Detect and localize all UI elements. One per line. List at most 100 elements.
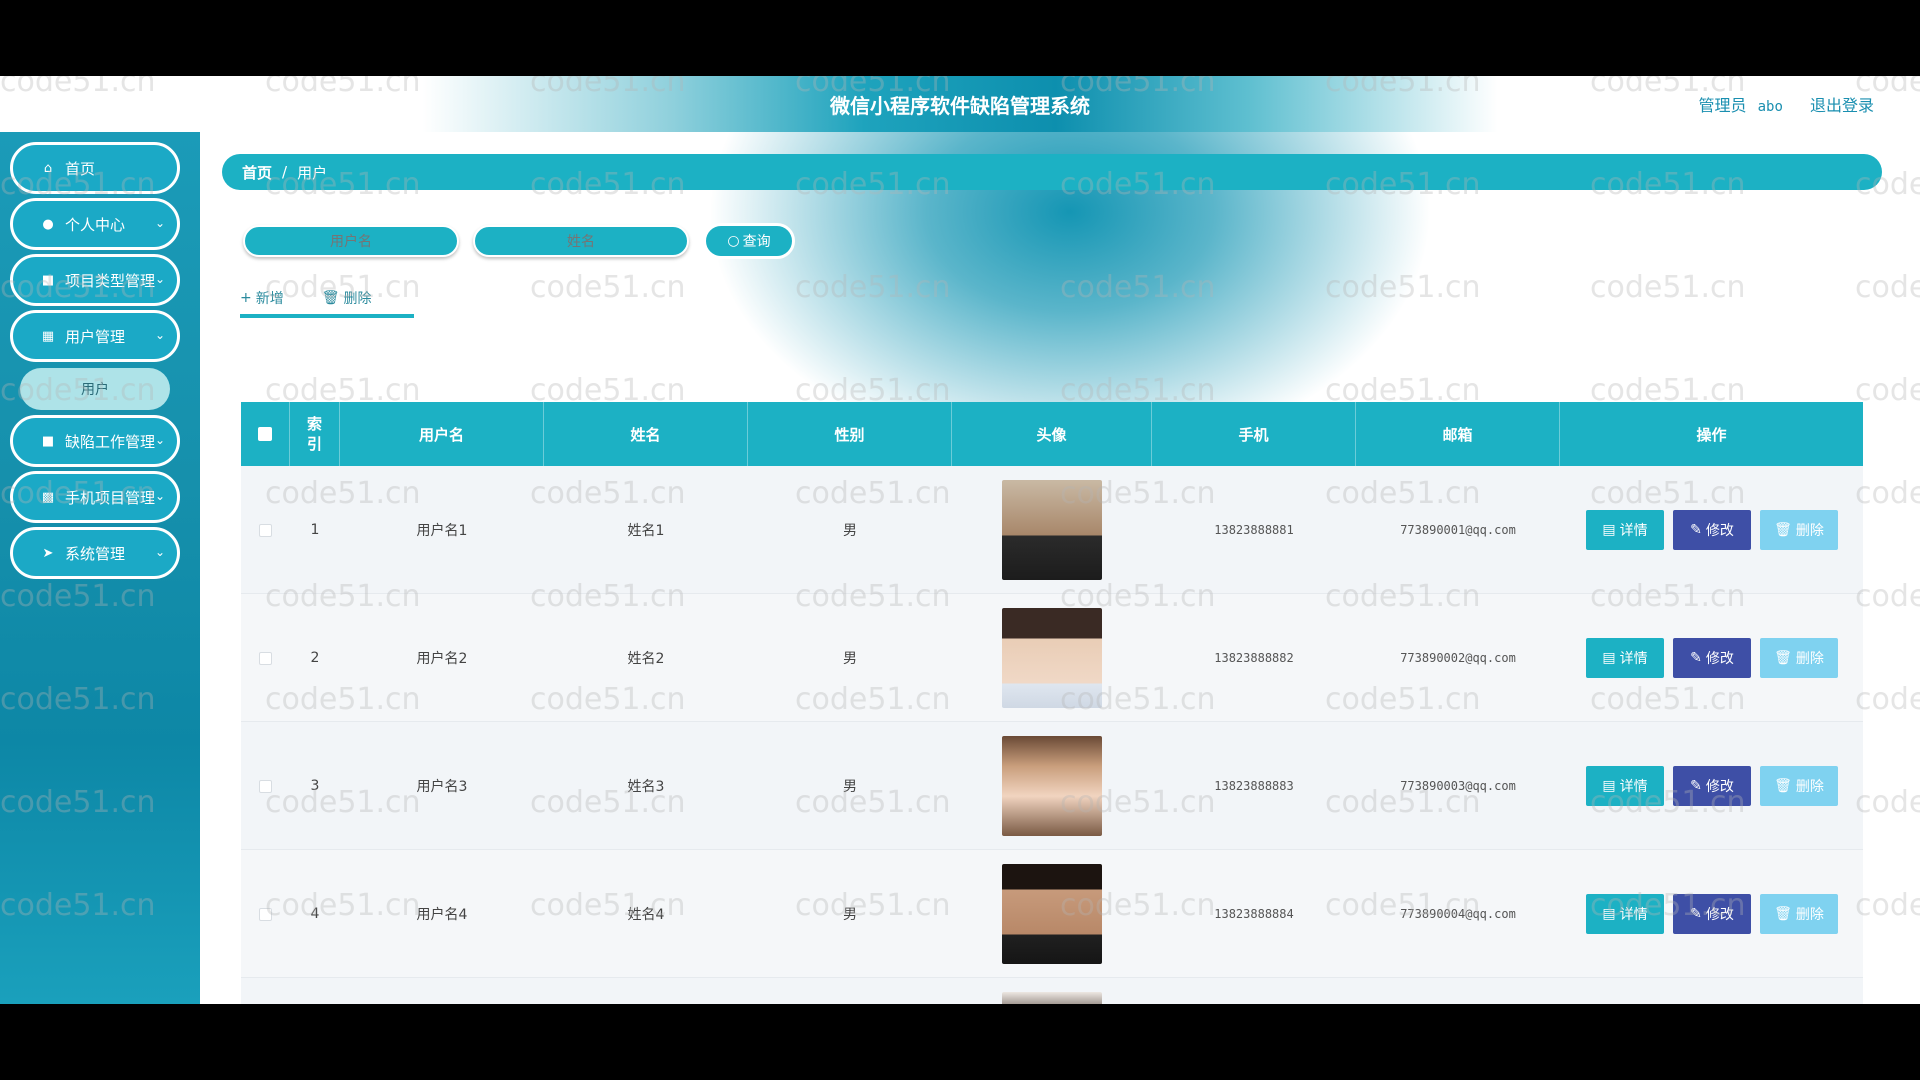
header-user-area: 管理员 abo 退出登录	[1692, 92, 1874, 116]
edit-button-label: 修改	[1705, 523, 1734, 539]
toolbar-underline	[240, 314, 414, 318]
logout-link[interactable]: 退出登录	[1810, 96, 1874, 115]
row-checkbox[interactable]	[259, 651, 272, 665]
bulk-delete-button[interactable]: 🗑 删除	[322, 288, 372, 308]
sidebar-item-label: 手机项目管理	[65, 488, 156, 507]
sidebar-subitem-user[interactable]: 用户	[20, 368, 170, 410]
detail-button-label: 详情	[1619, 651, 1648, 667]
edit-button[interactable]: ✎ 修改	[1673, 510, 1751, 550]
sidebar-item-label: 缺陷工作管理	[65, 432, 156, 451]
app-title: 微信小程序软件缺陷管理系统	[830, 94, 1090, 118]
row-checkbox[interactable]	[259, 523, 272, 537]
delete-button-label: 删除	[1795, 779, 1824, 795]
select-all-cell[interactable]	[241, 402, 290, 466]
sidebar-item-label: 个人中心	[65, 215, 126, 234]
trash-icon: 🗑	[1774, 522, 1792, 538]
row-email: 773890004@qq.com	[1400, 907, 1516, 921]
detail-button-label: 详情	[1619, 523, 1648, 539]
sidebar-item-mobile-project[interactable]: ▩ 手机项目管理 ⌄	[10, 471, 180, 523]
column-header-actions: 操作	[1696, 425, 1727, 444]
edit-button-label: 修改	[1705, 779, 1734, 795]
pencil-icon: ✎	[1690, 650, 1702, 666]
table-row: 2 用户名2 姓名2 男 13823888882 773890002@qq.co…	[241, 594, 1863, 722]
row-select-cell[interactable]	[241, 466, 290, 594]
chevron-down-icon: ⌄	[154, 272, 165, 286]
row-index: 4	[310, 906, 320, 922]
clipboard-icon: ▩	[41, 489, 55, 505]
detail-button[interactable]: ▤ 详情	[1586, 894, 1664, 934]
row-username: 用户名3	[416, 779, 468, 795]
detail-button-label: 详情	[1619, 907, 1648, 923]
chevron-down-icon: ⌄	[154, 489, 165, 503]
row-gender: 男	[843, 651, 857, 667]
table-row: 1 用户名1 姓名1 男 13823888881 773890001@qq.co…	[241, 466, 1863, 594]
document-icon: ▤	[1602, 906, 1616, 922]
row-avatar-cell	[952, 850, 1152, 978]
sidebar-item-defect-work[interactable]: ■ 缺陷工作管理 ⌄	[10, 415, 180, 467]
person-icon: ●	[42, 216, 54, 232]
row-phone: 13823888884	[1214, 907, 1294, 921]
chevron-down-icon: ⌄	[154, 545, 165, 559]
detail-button-label: 详情	[1619, 779, 1648, 795]
row-select-cell[interactable]	[241, 850, 290, 978]
chevron-down-icon: ⌄	[154, 328, 165, 342]
user-avatar-image	[1002, 864, 1102, 964]
delete-button[interactable]: 🗑 删除	[1760, 638, 1838, 678]
edit-button-label: 修改	[1705, 907, 1734, 923]
trash-icon: 🗑	[1774, 650, 1792, 666]
sidebar-item-system[interactable]: ➤ 系统管理 ⌄	[10, 527, 180, 579]
detail-button[interactable]: ▤ 详情	[1586, 638, 1664, 678]
row-username: 用户名5	[340, 978, 544, 1004]
search-button-label: 查询	[742, 234, 771, 250]
delete-button[interactable]: 🗑 删除	[1760, 894, 1838, 934]
row-index: 2	[310, 650, 320, 666]
sidebar: ⌂ 首页 ● 个人中心 ⌄ ■ 项目类型管理 ⌄ ▦ 用户管理 ⌄ 用户 ■ 缺…	[0, 132, 200, 1004]
row-index: 5	[290, 978, 340, 1004]
row-checkbox[interactable]	[259, 907, 272, 921]
user-avatar-image	[1002, 608, 1102, 708]
sidebar-item-project-type[interactable]: ■ 项目类型管理 ⌄	[10, 254, 180, 306]
row-name: 姓名5	[544, 978, 748, 1004]
sidebar-item-user-management[interactable]: ▦ 用户管理 ⌄	[10, 310, 180, 362]
select-all-checkbox[interactable]	[258, 427, 272, 441]
delete-button[interactable]: 🗑 删除	[1760, 510, 1838, 550]
box-icon: ■	[41, 433, 55, 449]
sidebar-item-personal-center[interactable]: ● 个人中心 ⌄	[10, 198, 180, 250]
delete-button[interactable]: 🗑 删除	[1760, 766, 1838, 806]
detail-button[interactable]: ▤ 详情	[1586, 510, 1664, 550]
edit-button[interactable]: ✎ 修改	[1673, 894, 1751, 934]
row-phone: 13823888883	[1214, 779, 1294, 793]
trash-icon: 🗑	[1774, 906, 1792, 922]
table-row: 3 用户名3 姓名3 男 13823888883 773890003@qq.co…	[241, 722, 1863, 850]
breadcrumb-current: 用户	[297, 163, 328, 182]
sidebar-item-label: 系统管理	[65, 544, 126, 563]
row-select-cell[interactable]	[241, 722, 290, 850]
name-search-input[interactable]	[473, 225, 689, 257]
row-phone: 13823888885	[1152, 978, 1356, 1004]
edit-button[interactable]: ✎ 修改	[1673, 638, 1751, 678]
search-icon: ○	[727, 233, 740, 249]
row-name: 姓名4	[627, 907, 665, 923]
row-name: 姓名1	[627, 523, 665, 539]
column-header-index: 索引	[290, 402, 340, 466]
sidebar-item-label: 用户管理	[65, 327, 126, 346]
user-name: abo	[1757, 99, 1783, 115]
add-button[interactable]: + 新增	[240, 288, 284, 308]
chevron-down-icon: ⌄	[154, 433, 165, 447]
column-header-email: 邮箱	[1356, 402, 1560, 466]
edit-button[interactable]: ✎ 修改	[1673, 766, 1751, 806]
detail-button[interactable]: ▤ 详情	[1586, 766, 1664, 806]
row-select-cell[interactable]	[241, 594, 290, 722]
row-gender: 男	[843, 523, 857, 539]
username-search-input[interactable]	[243, 225, 459, 257]
breadcrumb-home[interactable]: 首页	[242, 162, 272, 183]
column-header-avatar: 头像	[952, 402, 1152, 466]
row-select-cell[interactable]	[241, 978, 290, 1004]
row-username: 用户名2	[416, 651, 468, 667]
row-checkbox[interactable]	[259, 779, 272, 793]
bulk-delete-button-label: 删除	[343, 291, 372, 307]
sidebar-item-home[interactable]: ⌂ 首页	[10, 142, 180, 194]
video-letterbox-top	[0, 0, 1920, 76]
toolbar: + 新增 🗑 删除	[240, 282, 410, 314]
search-button[interactable]: ○ 查询	[703, 223, 795, 259]
